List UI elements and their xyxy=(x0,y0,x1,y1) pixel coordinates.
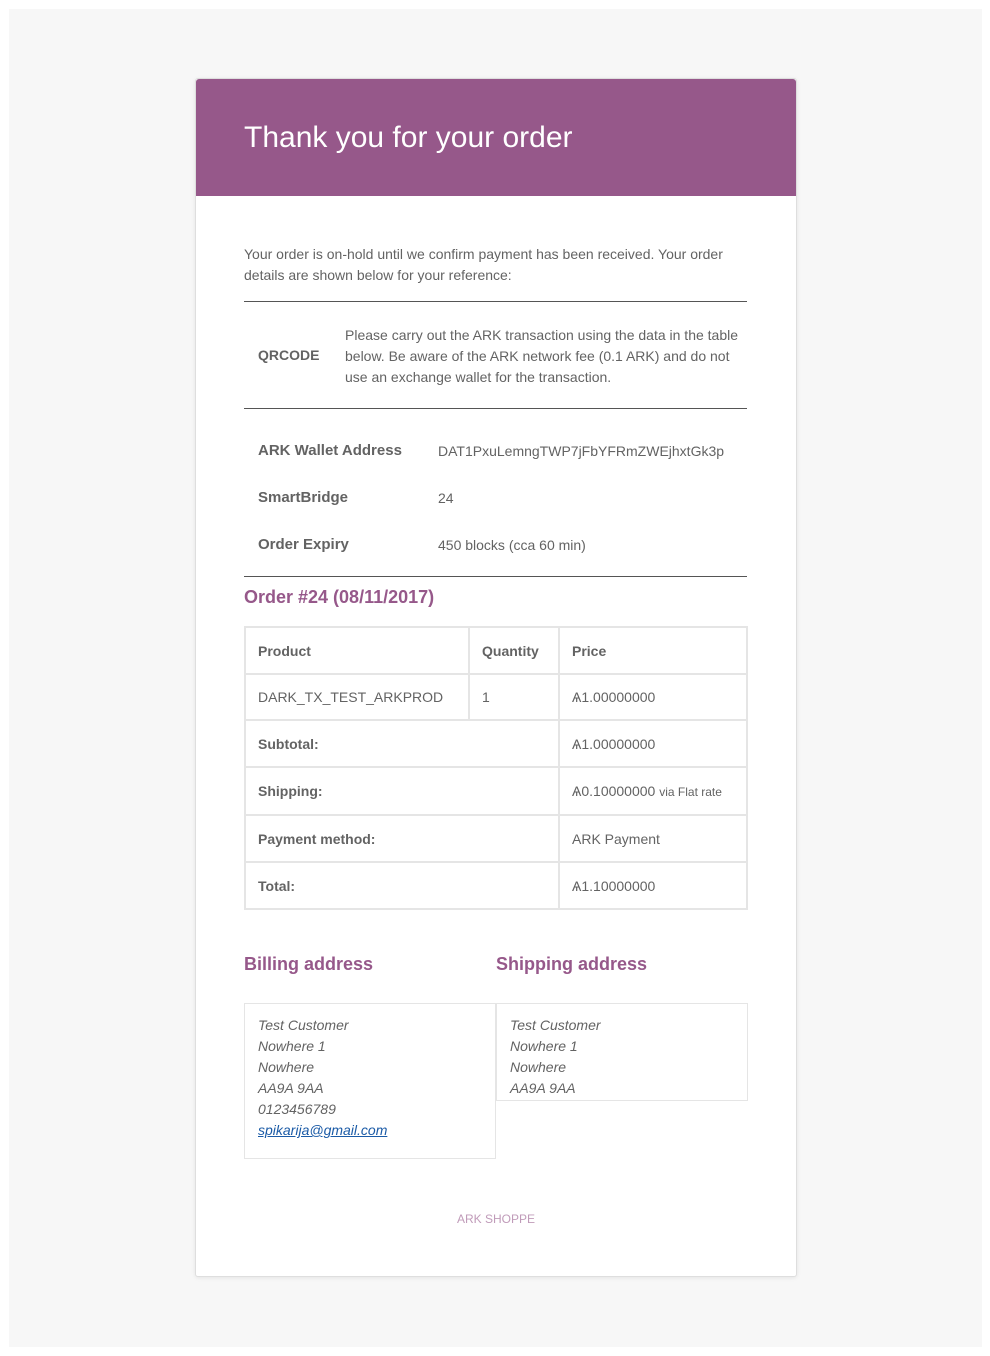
order-expiry-label: Order Expiry xyxy=(258,536,349,553)
billing-address-box: Test Customer Nowhere 1 Nowhere AA9A 9AA… xyxy=(244,1003,496,1159)
shipping-address-title: Shipping address xyxy=(496,954,648,974)
shipping-address-box: Test Customer Nowhere 1 Nowhere AA9A 9AA xyxy=(496,1003,748,1101)
order-expiry-value: 450 blocks (cca 60 min) xyxy=(438,537,586,553)
total-row: Total: Ѧ1.10000000 xyxy=(244,861,748,910)
subtotal-row: Subtotal: Ѧ1.00000000 xyxy=(244,719,748,768)
item-quantity: 1 xyxy=(468,673,560,721)
shipping-label: Shipping: xyxy=(244,766,560,816)
smartbridge-value: 24 xyxy=(438,490,454,506)
billing-postcode: AA9A 9AA xyxy=(258,1080,324,1096)
shipping-cell: Ѧ0.10000000 via Flat rate xyxy=(558,766,748,816)
billing-city: Nowhere xyxy=(258,1059,315,1075)
billing-name: Test Customer xyxy=(258,1017,349,1033)
intro-text: Your order is on-hold until we confirm p… xyxy=(244,246,723,283)
column-header-quantity: Quantity xyxy=(468,626,560,675)
footer-store-name: ARK SHOPPE xyxy=(456,1212,536,1226)
billing-street: Nowhere 1 xyxy=(258,1038,326,1054)
billing-phone: 0123456789 xyxy=(258,1101,336,1117)
item-product: DARK_TX_TEST_ARKPROD xyxy=(244,673,470,721)
qrcode-label: QRCODE xyxy=(258,347,320,363)
email-background: Thank you for your order Your order is o… xyxy=(9,9,982,1347)
item-price: Ѧ1.00000000 xyxy=(558,673,748,721)
shipping-name: Test Customer xyxy=(510,1017,601,1033)
subtotal-value: Ѧ1.00000000 xyxy=(558,719,748,768)
shipping-postcode: AA9A 9AA xyxy=(510,1080,576,1096)
column-header-product: Product xyxy=(244,626,470,675)
email-container: Thank you for your order Your order is o… xyxy=(195,78,797,1277)
divider xyxy=(244,301,747,302)
header-title: Thank you for your order xyxy=(244,121,573,154)
divider xyxy=(244,576,747,577)
email-header: Thank you for your order xyxy=(196,79,796,196)
total-label: Total: xyxy=(244,861,560,910)
shipping-method-note: via Flat rate xyxy=(659,785,722,799)
table-header-row: Product Quantity Price xyxy=(244,626,748,675)
wallet-address-value: DAT1PxuLemngTWP7jFbYFRmZWEjhxtGk3p xyxy=(438,443,725,459)
shipping-city: Nowhere xyxy=(510,1059,567,1075)
divider xyxy=(244,408,747,409)
subtotal-label: Subtotal: xyxy=(244,719,560,768)
payment-method-label: Payment method: xyxy=(244,814,560,863)
column-header-price: Price xyxy=(558,626,748,675)
total-value: Ѧ1.10000000 xyxy=(558,861,748,910)
table-row: DARK_TX_TEST_ARKPROD 1 Ѧ1.00000000 xyxy=(244,673,748,721)
qrcode-instructions: Please carry out the ARK transaction usi… xyxy=(345,327,739,385)
wallet-address-label: ARK Wallet Address xyxy=(258,442,402,459)
shipping-row: Shipping: Ѧ0.10000000 via Flat rate xyxy=(244,766,748,816)
payment-method-value: ARK Payment xyxy=(558,814,748,863)
billing-email-link[interactable]: spikarija@gmail.com xyxy=(258,1122,387,1138)
shipping-street: Nowhere 1 xyxy=(510,1038,578,1054)
shipping-value: Ѧ0.10000000 xyxy=(572,783,656,799)
order-title: Order #24 (08/11/2017) xyxy=(244,587,435,607)
payment-method-row: Payment method: ARK Payment xyxy=(244,814,748,863)
order-table: Product Quantity Price DARK_TX_TEST_ARKP… xyxy=(244,626,748,910)
smartbridge-label: SmartBridge xyxy=(258,489,349,506)
billing-address-title: Billing address xyxy=(244,954,374,974)
